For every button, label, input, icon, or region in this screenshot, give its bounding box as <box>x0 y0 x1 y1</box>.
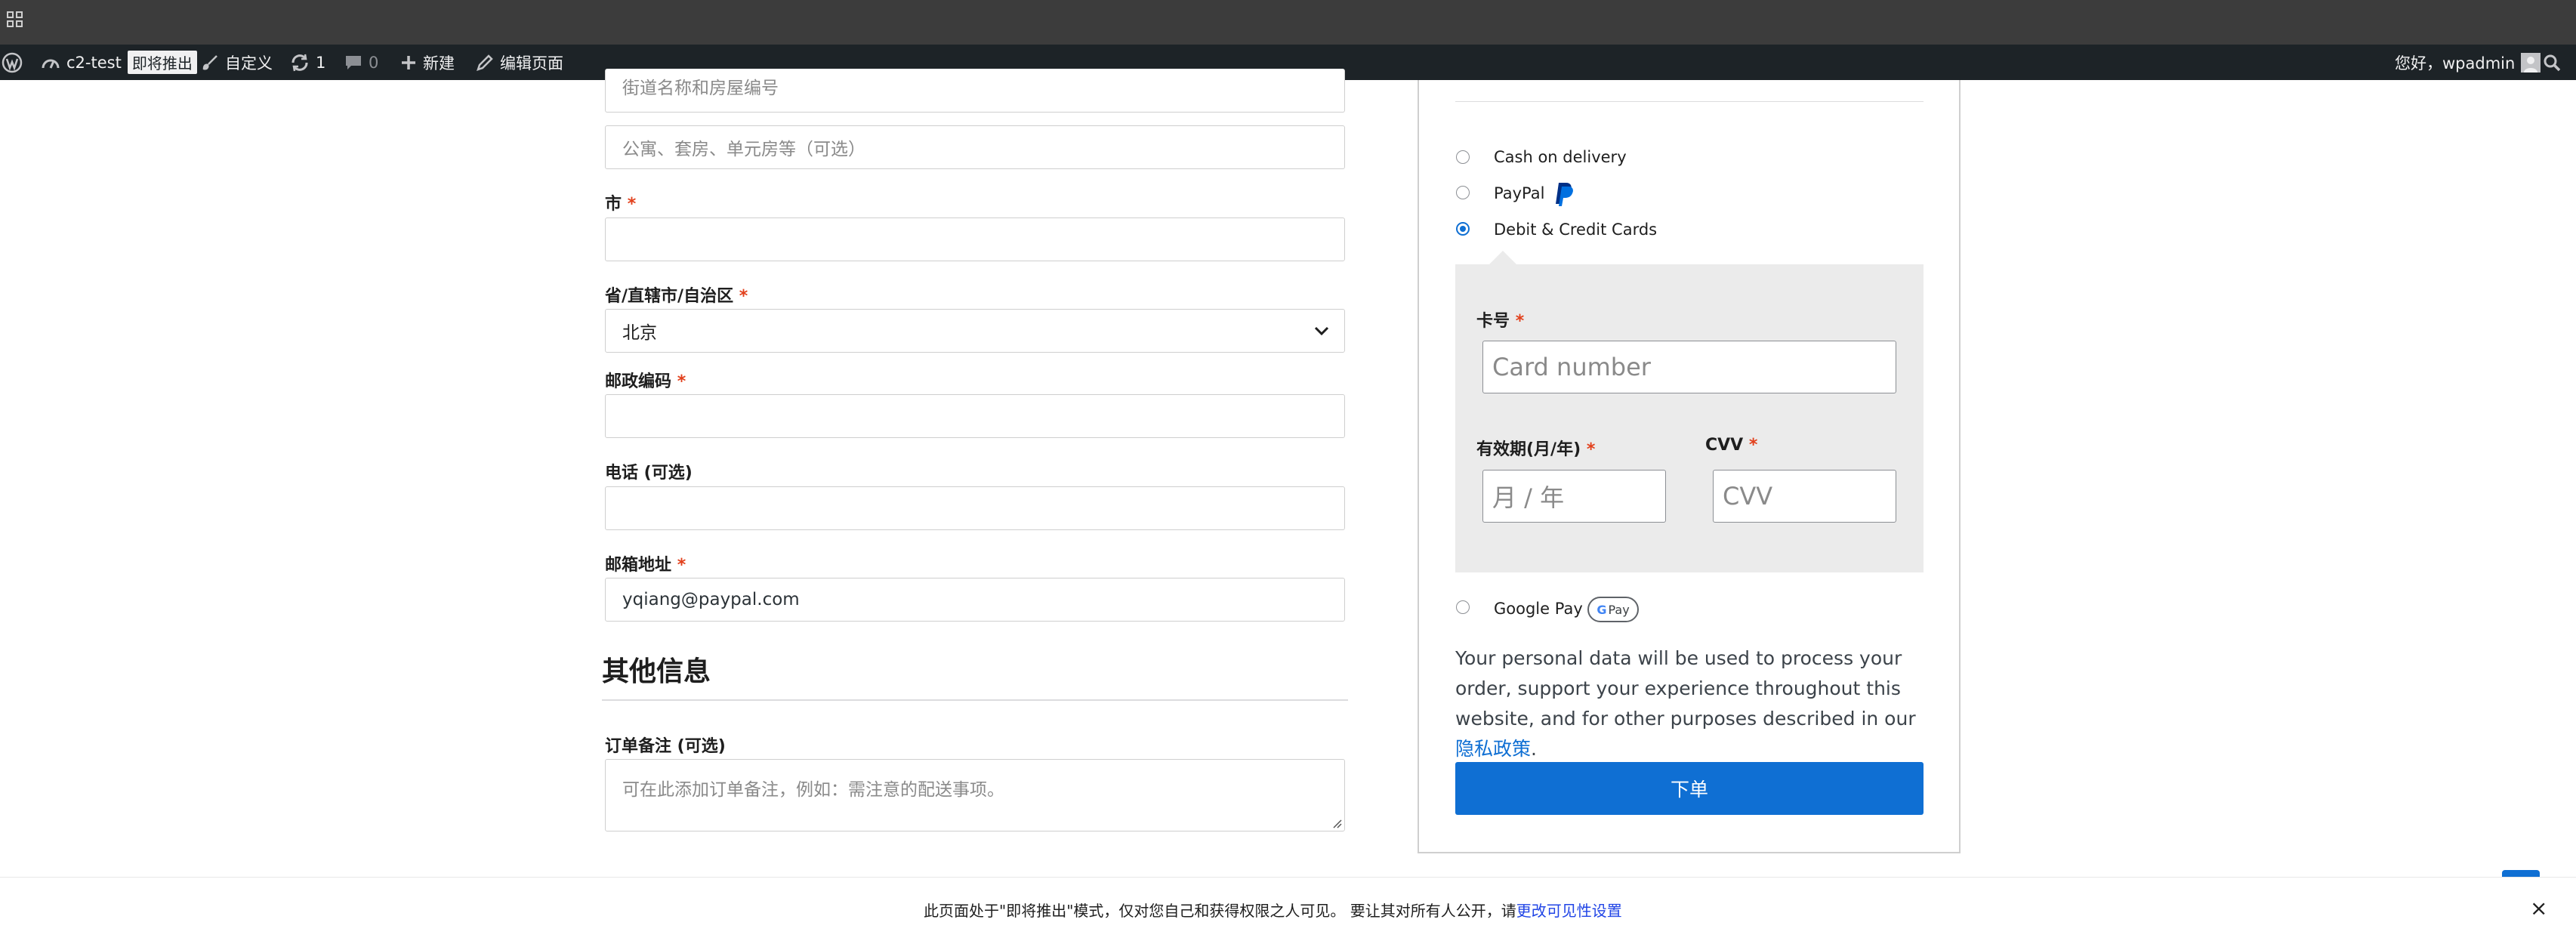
city-label: 市 * <box>605 195 637 214</box>
phone-input[interactable] <box>605 486 1345 530</box>
card-number-label: 卡号 * <box>1476 312 1525 331</box>
privacy-policy-link[interactable]: 隐私政策 <box>1455 738 1531 760</box>
comment-bubble-icon <box>346 55 361 69</box>
paypal-logo-icon <box>1556 183 1573 206</box>
wordpress-logo-icon <box>2 52 23 73</box>
email-label: 邮箱地址 * <box>605 556 686 575</box>
order-notes-placeholder: 可在此添加订单备注，例如：需注意的配送事项。 <box>622 780 1004 800</box>
cvv-label: CVV * <box>1705 436 1758 455</box>
edit-page-button[interactable]: 编辑页面 <box>476 45 563 80</box>
apps-grid-icon[interactable] <box>6 11 24 29</box>
paypal-label[interactable]: PayPal <box>1494 184 1544 202</box>
search-icon <box>2544 54 2561 71</box>
google-g-icon: G <box>1597 602 1607 617</box>
phone-label: 电话 (可选) <box>605 464 693 483</box>
panel-divider <box>1455 101 1924 102</box>
close-icon[interactable]: × <box>2530 896 2547 921</box>
edit-page-label: 编辑页面 <box>500 54 563 73</box>
state-value: 北京 <box>622 323 657 343</box>
cvv-placeholder: CVV <box>1723 482 1773 511</box>
postcode-label: 邮政编码 * <box>605 372 686 391</box>
new-content-button[interactable]: 新建 <box>400 45 455 80</box>
coming-soon-notice: 此页面处于"即将推出"模式，仅对您自己和获得权限之人可见。 要让其对所有人公开，… <box>0 877 2576 941</box>
section-divider <box>602 699 1348 701</box>
state-select[interactable]: 北京 <box>605 309 1345 353</box>
radio-paypal[interactable] <box>1456 186 1470 199</box>
apartment-input[interactable]: 公寓、套房、单元房等（可选） <box>605 125 1345 169</box>
comments-button[interactable]: 0 <box>344 45 378 80</box>
city-input[interactable] <box>605 218 1345 261</box>
account-menu[interactable]: 您好，wpadmin <box>2395 45 2541 80</box>
card-fields-box <box>1455 264 1924 572</box>
card-number-placeholder: Card number <box>1492 353 1651 381</box>
required-mark: * <box>1586 440 1596 459</box>
required-mark: * <box>739 287 748 306</box>
coming-soon-badge[interactable]: 即将推出 <box>127 51 197 74</box>
dashboard-icon <box>42 59 60 69</box>
expiry-label: 有效期(月/年) * <box>1476 440 1596 459</box>
radio-cash-on-delivery[interactable] <box>1456 150 1470 164</box>
debit-credit-cards-label[interactable]: Debit & Credit Cards <box>1494 221 1657 239</box>
site-name-menu[interactable]: c2-test 即将推出 <box>41 45 197 80</box>
system-top-bar <box>0 0 2576 45</box>
order-notes-label: 订单备注 (可选) <box>605 737 726 756</box>
new-label: 新建 <box>423 54 455 73</box>
expiry-input[interactable]: 月 / 年 <box>1482 470 1666 523</box>
google-pay-badge: G Pay <box>1587 597 1639 622</box>
required-mark: * <box>1748 436 1758 455</box>
required-mark: * <box>677 372 686 391</box>
required-mark: * <box>627 195 637 214</box>
email-input[interactable]: yqiang@paypal.com <box>605 578 1345 622</box>
cvv-input[interactable]: CVV <box>1713 470 1896 523</box>
updates-button[interactable]: 1 <box>290 45 325 80</box>
google-pay-badge-text: Pay <box>1608 602 1630 617</box>
required-mark: * <box>677 556 686 575</box>
state-label: 省/直辖市/自治区 * <box>605 287 748 306</box>
radio-debit-credit-cards[interactable] <box>1456 222 1470 236</box>
comments-count: 0 <box>369 53 379 72</box>
postcode-input[interactable] <box>605 394 1345 438</box>
paintbrush-icon <box>202 54 217 69</box>
change-visibility-link[interactable]: 更改可见性设置 <box>1516 902 1622 920</box>
greeting: 您好，wpadmin <box>2395 54 2516 73</box>
expiry-placeholder: 月 / 年 <box>1492 483 1565 512</box>
cash-on-delivery-label[interactable]: Cash on delivery <box>1494 148 1627 166</box>
place-order-button[interactable]: 下单 <box>1455 762 1924 815</box>
google-pay-label[interactable]: Google Pay <box>1494 600 1583 618</box>
privacy-text: Your personal data will be used to proce… <box>1455 647 1916 730</box>
radio-google-pay[interactable] <box>1456 600 1470 614</box>
notice-text: 此页面处于"即将推出"模式，仅对您自己和获得权限之人可见。 要让其对所有人公开，… <box>924 902 1622 920</box>
updates-count: 1 <box>316 53 326 72</box>
card-number-input[interactable]: Card number <box>1482 341 1896 393</box>
wordpress-logo-button[interactable] <box>2 45 23 80</box>
privacy-notice: Your personal data will be used to proce… <box>1455 647 1916 760</box>
chevron-down-icon <box>1314 326 1329 336</box>
search-button[interactable] <box>2543 45 2561 80</box>
street-address-input[interactable]: 街道名称和房屋编号 <box>605 69 1345 113</box>
street-placeholder: 街道名称和房屋编号 <box>622 78 779 98</box>
customize-label: 自定义 <box>225 54 273 73</box>
other-info-heading: 其他信息 <box>602 656 711 687</box>
card-box-notch <box>1489 251 1516 264</box>
avatar-icon <box>2521 52 2541 73</box>
plus-icon <box>402 55 415 69</box>
pencil-icon <box>477 54 493 71</box>
resize-handle-icon[interactable] <box>1331 818 1342 828</box>
order-notes-textarea[interactable]: 可在此添加订单备注，例如：需注意的配送事项。 <box>605 759 1345 831</box>
apartment-placeholder: 公寓、套房、单元房等（可选） <box>622 140 865 159</box>
customize-button[interactable]: 自定义 <box>201 45 273 80</box>
refresh-icon <box>292 54 308 71</box>
required-mark: * <box>1515 312 1525 331</box>
site-name: c2-test <box>66 53 122 72</box>
email-value: yqiang@paypal.com <box>622 590 800 609</box>
